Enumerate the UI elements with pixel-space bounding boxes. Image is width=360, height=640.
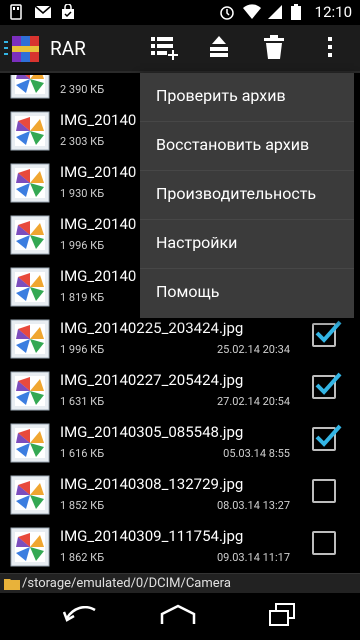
folder-icon <box>4 577 20 590</box>
back-icon <box>62 606 97 628</box>
menu-item-help[interactable]: Помощь <box>140 269 354 318</box>
shopping-bag-icon <box>60 3 76 20</box>
image-file-icon <box>8 525 52 569</box>
file-name: IMG_20140 <box>60 111 137 129</box>
signal-icon <box>267 4 283 20</box>
app-title: RAR <box>50 37 86 60</box>
file-date: 08.03.14 13:27 <box>216 499 290 512</box>
file-name: IMG_20140309_111754.jpg <box>60 527 244 545</box>
delete-icon <box>263 34 285 64</box>
image-file-icon <box>8 421 52 465</box>
image-file-icon <box>8 317 52 361</box>
gmail-icon <box>34 4 52 20</box>
menu-item-test-archive[interactable]: Проверить архив <box>140 73 354 122</box>
file-size: 1 819 КБ <box>60 291 105 304</box>
file-size: 2 303 КБ <box>60 135 105 148</box>
file-name: IMG_20140 <box>60 267 137 285</box>
home-icon <box>158 604 198 630</box>
image-file-icon <box>8 109 52 153</box>
menu-item-settings[interactable]: Настройки <box>140 220 354 269</box>
image-file-icon <box>8 161 52 205</box>
file-name: IMG_20140227_205424.jpg <box>60 371 244 389</box>
action-bar: RAR <box>0 25 360 73</box>
back-button[interactable] <box>60 601 100 633</box>
current-path: /storage/emulated/0/DCIM/Camera <box>22 576 231 591</box>
file-checkbox-checked[interactable] <box>312 320 342 347</box>
list-item[interactable]: IMG_20140308_132729.jpg 1 852 КБ 08.03.1… <box>0 469 360 521</box>
list-item[interactable]: IMG_20140225_203424.jpg 1 996 КБ 25.02.1… <box>0 313 360 365</box>
wifi-icon <box>242 4 261 20</box>
navigation-bar <box>0 593 360 640</box>
status-bar: 12:10 <box>0 0 360 25</box>
file-checkbox[interactable] <box>312 531 336 555</box>
home-button[interactable] <box>158 601 198 633</box>
menu-item-label: Восстановить архив <box>156 135 310 154</box>
menu-item-label: Помощь <box>156 282 220 301</box>
file-size: 1 631 КБ <box>60 395 105 408</box>
menu-item-benchmark[interactable]: Производительность <box>140 171 354 220</box>
image-file-icon <box>8 265 52 309</box>
overflow-menu-button[interactable] <box>314 33 346 65</box>
status-time: 12:10 <box>314 3 352 21</box>
extract-button[interactable] <box>203 33 235 65</box>
delete-button[interactable] <box>258 33 290 65</box>
add-to-archive-button[interactable] <box>148 33 180 65</box>
menu-item-repair-archive[interactable]: Восстановить архив <box>140 122 354 171</box>
recents-button[interactable] <box>262 601 302 633</box>
file-checkbox[interactable] <box>312 479 336 503</box>
file-checkbox-checked[interactable] <box>312 424 342 451</box>
file-name: IMG_20140 <box>60 163 137 181</box>
menu-item-label: Производительность <box>156 184 317 203</box>
menu-item-label: Настройки <box>156 233 238 252</box>
path-bar: /storage/emulated/0/DCIM/Camera <box>0 573 360 593</box>
image-file-icon <box>8 213 52 257</box>
file-checkbox-checked[interactable] <box>312 372 342 399</box>
file-name: IMG_20140308_132729.jpg <box>60 475 244 493</box>
overflow-popup-menu: Проверить архив Восстановить архив Произ… <box>140 73 354 318</box>
add-to-archive-icon <box>149 34 179 64</box>
list-item[interactable]: IMG_20140309_111754.jpg 1 862 КБ 09.03.1… <box>0 521 360 573</box>
file-size: 1 862 КБ <box>60 551 105 564</box>
menu-item-label: Проверить архив <box>156 86 286 105</box>
overflow-menu-icon <box>327 36 333 62</box>
extract-icon <box>206 34 232 64</box>
rar-logo-icon[interactable] <box>4 35 44 63</box>
alarm-icon <box>219 4 235 20</box>
file-size: 1 996 КБ <box>60 343 105 356</box>
file-date: 05.03.14 8:55 <box>223 447 290 460</box>
android-storage-icon <box>8 4 24 20</box>
file-name: IMG_20140225_203424.jpg <box>60 319 244 337</box>
image-file-icon <box>8 75 52 101</box>
battery-icon <box>290 4 307 20</box>
file-size: 2 390 КБ <box>60 83 105 96</box>
file-date: 09.03.14 11:17 <box>216 551 290 564</box>
file-date: 25.02.14 20:34 <box>216 343 290 356</box>
image-file-icon <box>8 369 52 413</box>
recents-icon <box>268 603 296 631</box>
file-size: 1 616 КБ <box>60 447 105 460</box>
file-size: 1 930 КБ <box>60 187 105 200</box>
image-file-icon <box>8 473 52 517</box>
file-size: 1 996 КБ <box>60 239 105 252</box>
file-name: IMG_20140305_085548.jpg <box>60 423 244 441</box>
list-item[interactable]: IMG_20140227_205424.jpg 1 631 КБ 27.02.1… <box>0 365 360 417</box>
file-date: 27.02.14 20:54 <box>216 395 290 408</box>
list-item[interactable]: IMG_20140305_085548.jpg 1 616 КБ 05.03.1… <box>0 417 360 469</box>
file-name: IMG_20140 <box>60 215 137 233</box>
file-size: 1 852 КБ <box>60 499 105 512</box>
